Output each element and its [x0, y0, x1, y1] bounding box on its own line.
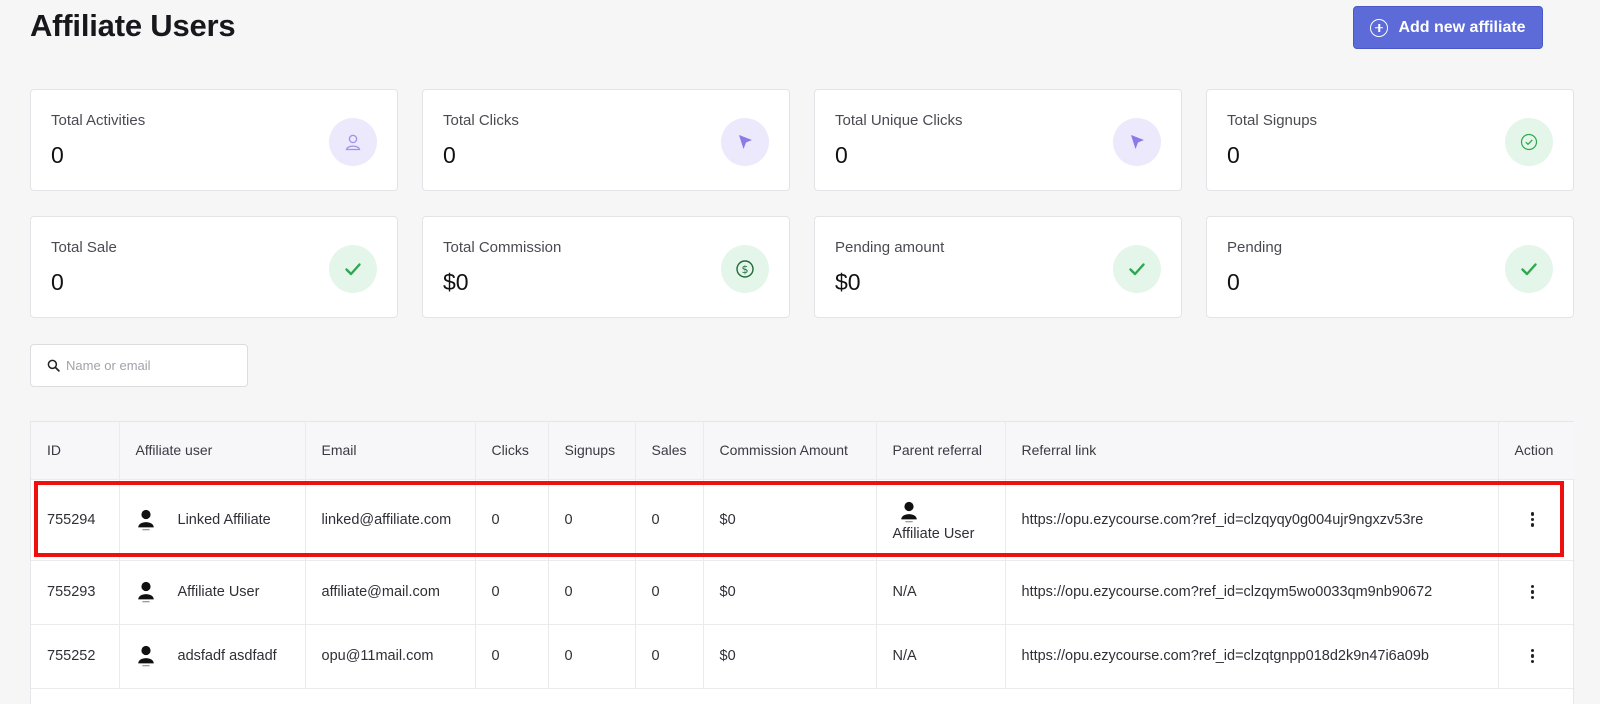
- user-avatar-icon: [137, 509, 154, 530]
- stat-value: 0: [443, 142, 456, 168]
- cell-id: 755293: [31, 560, 120, 625]
- parent-referral-name: Affiliate User: [892, 526, 975, 542]
- cell-parent-referral: N/A: [876, 624, 1006, 689]
- more-options-icon[interactable]: [1530, 512, 1535, 527]
- cell-action: [1498, 479, 1575, 561]
- affiliate-user-name: Affiliate User: [177, 584, 260, 600]
- cell-sales: 0: [635, 479, 704, 561]
- stat-card-total-clicks: Total Clicks 0: [422, 89, 790, 191]
- stat-label: Total Clicks: [443, 112, 519, 129]
- user-avatar-icon: [137, 645, 154, 667]
- page-title: Affiliate Users: [30, 8, 236, 43]
- stat-label: Total Activities: [51, 112, 146, 129]
- stat-value: $0: [443, 269, 469, 295]
- dollar-circle-icon: $: [721, 245, 769, 293]
- cell-sales: 0: [635, 560, 704, 625]
- search-icon: [47, 359, 60, 372]
- stat-card-total-unique-clicks: Total Unique Clicks 0: [814, 89, 1182, 191]
- stat-card-pending-amount: Pending amount $0: [814, 216, 1182, 318]
- cell-affiliate-user[interactable]: adsfadf asdfadf: [119, 624, 306, 689]
- stat-label: Total Unique Clicks: [835, 112, 963, 129]
- stat-value: 0: [51, 269, 64, 295]
- cell-signups: 0: [548, 624, 636, 689]
- cell-affiliate-user[interactable]: Linked Affiliate: [119, 479, 306, 561]
- cell-email: linked@affiliate.com: [305, 479, 476, 561]
- cell-clicks: 0: [475, 560, 549, 625]
- column-header-affiliate-user: Affiliate user: [119, 422, 306, 480]
- stat-label: Total Sale: [51, 239, 117, 256]
- column-header-action: Action: [1498, 422, 1575, 480]
- cell-affiliate-user[interactable]: Affiliate User: [119, 560, 306, 625]
- affiliate-user-name: adsfadf asdfadf: [177, 648, 277, 664]
- table-header-row: ID Affiliate user Email Clicks Signups S…: [31, 422, 1575, 480]
- table-row: 755252 adsfadf asdfadf opu@11mail.com 0 …: [31, 624, 1575, 689]
- stat-label: Total Commission: [443, 239, 562, 256]
- stat-card-pending: Pending 0: [1206, 216, 1574, 318]
- cell-referral-link[interactable]: https://opu.ezycourse.com?ref_id=clzqtgn…: [1005, 624, 1499, 689]
- column-header-clicks: Clicks: [475, 422, 549, 480]
- cell-referral-link[interactable]: https://opu.ezycourse.com?ref_id=clzqym5…: [1005, 560, 1499, 625]
- column-header-id: ID: [31, 422, 120, 480]
- affiliate-user-name: Linked Affiliate: [177, 511, 271, 528]
- more-options-icon[interactable]: [1530, 648, 1535, 664]
- search-input[interactable]: [66, 358, 236, 373]
- cell-signups: 0: [548, 560, 636, 625]
- column-header-parent-referral: Parent referral: [876, 422, 1006, 480]
- stat-card-total-activities: Total Activities 0: [30, 89, 398, 191]
- stat-label: Pending amount: [835, 239, 945, 256]
- cell-commission: $0: [703, 479, 877, 561]
- stat-label: Pending: [1227, 239, 1283, 256]
- cell-action: [1498, 560, 1575, 625]
- cell-parent-referral: N/A: [876, 560, 1006, 625]
- cell-action: [1498, 624, 1575, 689]
- stat-card-total-commission: Total Commission $0 $: [422, 216, 790, 318]
- user-outline-icon: [329, 118, 377, 166]
- search-box[interactable]: [30, 344, 248, 387]
- column-header-referral-link: Referral link: [1005, 422, 1499, 480]
- user-avatar-icon: [137, 581, 154, 603]
- table-row: 755293 Affiliate User affiliate@mail.com…: [31, 560, 1575, 625]
- cell-clicks: 0: [475, 624, 549, 689]
- cell-signups: 0: [548, 479, 636, 561]
- stat-value: 0: [835, 142, 848, 168]
- check-icon: [329, 245, 377, 293]
- stat-value: 0: [51, 142, 64, 168]
- cursor-arrow-icon: [1113, 118, 1161, 166]
- table-row: 755294 Linked Affiliate linked@affiliate…: [31, 479, 1575, 561]
- cell-email: opu@11mail.com: [305, 624, 476, 689]
- column-header-email: Email: [305, 422, 476, 480]
- add-new-affiliate-label: Add new affiliate: [1398, 18, 1526, 36]
- column-header-sales: Sales: [635, 422, 704, 480]
- svg-text:$: $: [742, 263, 749, 276]
- cursor-arrow-icon: [721, 118, 769, 166]
- cell-sales: 0: [635, 624, 704, 689]
- add-new-affiliate-button[interactable]: Add new affiliate: [1353, 6, 1543, 49]
- stat-value: $0: [835, 269, 861, 295]
- cell-id: 755252: [31, 624, 120, 689]
- more-options-icon[interactable]: [1530, 584, 1535, 600]
- check-icon: [1505, 245, 1553, 293]
- cell-email: affiliate@mail.com: [305, 560, 476, 625]
- plus-circle-icon: [1370, 18, 1389, 37]
- check-circle-icon: [1505, 118, 1553, 166]
- cell-id: 755294: [31, 479, 120, 561]
- cell-referral-link[interactable]: https://opu.ezycourse.com?ref_id=clzqyqy…: [1005, 479, 1499, 561]
- stat-card-total-sale: Total Sale 0: [30, 216, 398, 318]
- stat-value: 0: [1227, 269, 1240, 295]
- cell-parent-referral[interactable]: Affiliate User: [876, 479, 1006, 561]
- check-icon: [1113, 245, 1161, 293]
- stat-label: Total Signups: [1227, 112, 1318, 129]
- cell-commission: $0: [703, 624, 877, 689]
- user-avatar-icon: [900, 501, 917, 523]
- column-header-commission-amount: Commission Amount: [703, 422, 877, 480]
- column-header-signups: Signups: [548, 422, 636, 480]
- cell-clicks: 0: [475, 479, 549, 561]
- affiliate-users-table: ID Affiliate user Email Clicks Signups S…: [30, 421, 1575, 704]
- stat-card-total-signups: Total Signups 0: [1206, 89, 1574, 191]
- cell-commission: $0: [703, 560, 877, 625]
- stat-value: 0: [1227, 142, 1240, 168]
